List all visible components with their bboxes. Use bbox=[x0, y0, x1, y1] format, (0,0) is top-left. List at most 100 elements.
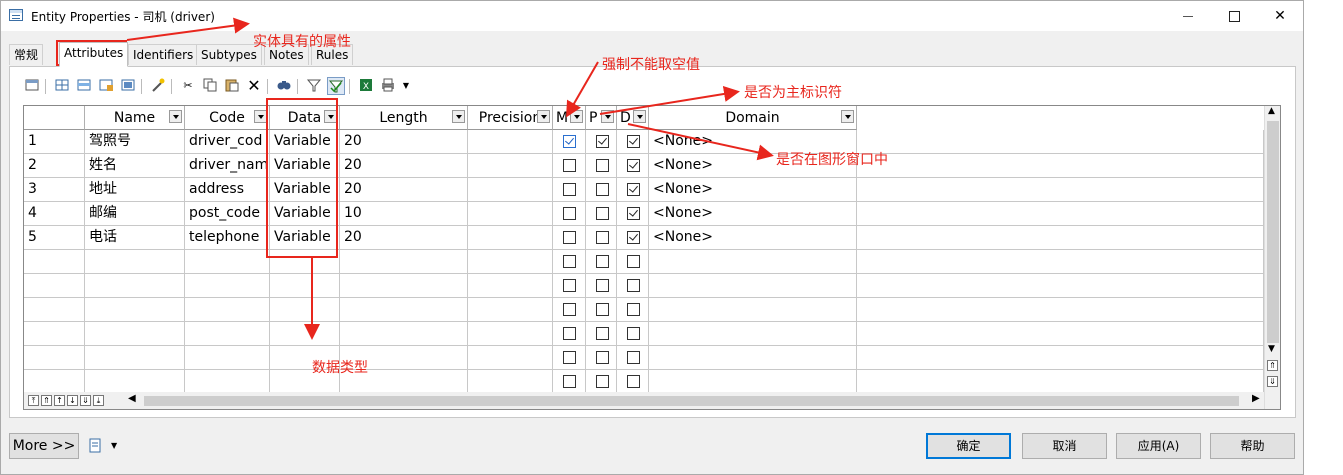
cell-precision[interactable] bbox=[468, 202, 553, 226]
print-icon[interactable] bbox=[379, 77, 397, 95]
cell-name[interactable]: 邮编 bbox=[85, 202, 185, 226]
column-header-name[interactable]: Name bbox=[85, 106, 185, 130]
cell-p[interactable] bbox=[586, 226, 617, 250]
cell-length[interactable]: 10 bbox=[340, 202, 468, 226]
minimize-button[interactable] bbox=[1165, 1, 1211, 31]
cell-name[interactable] bbox=[85, 322, 185, 346]
maximize-button[interactable] bbox=[1211, 1, 1257, 31]
checkbox[interactable] bbox=[627, 135, 640, 148]
cell-data[interactable] bbox=[270, 298, 340, 322]
cell-code[interactable] bbox=[185, 346, 270, 370]
cell-code[interactable]: telephone bbox=[185, 226, 270, 250]
scroll-down-icon[interactable]: ▼ bbox=[1268, 344, 1275, 354]
checkbox[interactable] bbox=[596, 303, 609, 316]
cell-domain[interactable] bbox=[649, 298, 857, 322]
cell-precision[interactable] bbox=[468, 322, 553, 346]
cell-m[interactable] bbox=[553, 250, 586, 274]
table-row[interactable]: 4 邮编 post_code Variable 10 <None> bbox=[24, 202, 1264, 226]
cell-name[interactable]: 姓名 bbox=[85, 154, 185, 178]
checkbox[interactable] bbox=[563, 327, 576, 340]
scroll-right-icon[interactable]: ▶ bbox=[1252, 393, 1260, 404]
checkbox[interactable] bbox=[596, 159, 609, 172]
cell-length[interactable] bbox=[340, 274, 468, 298]
filter-icon[interactable] bbox=[305, 77, 323, 95]
cell-precision[interactable] bbox=[468, 346, 553, 370]
cell-p[interactable] bbox=[586, 322, 617, 346]
cell-p[interactable] bbox=[586, 130, 617, 154]
checkbox[interactable] bbox=[596, 351, 609, 364]
cell-d[interactable] bbox=[617, 322, 649, 346]
cell-length[interactable] bbox=[340, 322, 468, 346]
horizontal-scroll-thumb[interactable] bbox=[144, 396, 1239, 406]
checkbox[interactable] bbox=[596, 327, 609, 340]
checkbox[interactable] bbox=[596, 207, 609, 220]
tab-attributes[interactable]: Attributes bbox=[59, 42, 129, 67]
cell-d[interactable] bbox=[617, 370, 649, 394]
cell-filler[interactable] bbox=[857, 130, 1264, 154]
more-button[interactable]: More >> bbox=[9, 433, 79, 459]
cell-filler[interactable] bbox=[857, 154, 1264, 178]
move-page-up-icon[interactable]: ⇑ bbox=[41, 395, 52, 406]
chevron-down-icon[interactable] bbox=[169, 110, 182, 123]
cell-m[interactable] bbox=[553, 298, 586, 322]
move-top-icon[interactable]: ⤒ bbox=[28, 395, 39, 406]
properties-icon[interactable] bbox=[23, 77, 41, 95]
cell-length[interactable]: 20 bbox=[340, 154, 468, 178]
cell-p[interactable] bbox=[586, 298, 617, 322]
cell-m[interactable] bbox=[553, 346, 586, 370]
excel-export-icon[interactable]: X bbox=[357, 77, 375, 95]
table-row[interactable]: 3 地址 address Variable 20 <None> bbox=[24, 178, 1264, 202]
checkbox[interactable] bbox=[563, 207, 576, 220]
cell-p[interactable] bbox=[586, 346, 617, 370]
cell-length[interactable]: 20 bbox=[340, 178, 468, 202]
wand-icon[interactable] bbox=[149, 77, 167, 95]
close-button[interactable]: ✕ bbox=[1257, 1, 1303, 31]
cell-domain[interactable] bbox=[649, 322, 857, 346]
table-row[interactable] bbox=[24, 250, 1264, 274]
cell-d[interactable] bbox=[617, 130, 649, 154]
print-dropdown-icon[interactable]: ▼ bbox=[397, 77, 415, 95]
checkbox[interactable] bbox=[627, 303, 640, 316]
apply-filter-icon[interactable] bbox=[327, 77, 345, 95]
scroll-left-icon[interactable]: ◀ bbox=[128, 393, 136, 404]
table-row[interactable]: 2 姓名 driver_nam Variable 20 <None> bbox=[24, 154, 1264, 178]
cell-data[interactable] bbox=[270, 274, 340, 298]
table-row[interactable] bbox=[24, 298, 1264, 322]
move-bottom-icon[interactable]: ⤓ bbox=[93, 395, 104, 406]
cell-p[interactable] bbox=[586, 250, 617, 274]
horizontal-scrollbar[interactable]: ⤒ ⇑ ↑ ↓ ⇓ ⤓ ◀ ▶ bbox=[24, 392, 1264, 409]
cell-m[interactable] bbox=[553, 178, 586, 202]
cell-p[interactable] bbox=[586, 202, 617, 226]
cell-precision[interactable] bbox=[468, 130, 553, 154]
checkbox[interactable] bbox=[563, 231, 576, 244]
help-button[interactable]: 帮助 bbox=[1210, 433, 1295, 459]
cell-code[interactable] bbox=[185, 298, 270, 322]
page-up-icon[interactable]: ⇑ bbox=[1267, 360, 1278, 371]
ok-button[interactable]: 确定 bbox=[926, 433, 1011, 459]
column-header-precision[interactable]: Precision bbox=[468, 106, 553, 130]
copy-icon[interactable] bbox=[201, 77, 219, 95]
cell-domain[interactable] bbox=[649, 250, 857, 274]
column-header-length[interactable]: Length bbox=[340, 106, 468, 130]
cell-precision[interactable] bbox=[468, 250, 553, 274]
delete-icon[interactable]: ✕ bbox=[245, 77, 263, 95]
cell-domain[interactable]: <None> bbox=[649, 226, 857, 250]
checkbox[interactable] bbox=[563, 135, 576, 148]
cell-code[interactable]: address bbox=[185, 178, 270, 202]
cell-filler[interactable] bbox=[857, 322, 1264, 346]
cell-precision[interactable] bbox=[468, 154, 553, 178]
tab-identifiers[interactable]: Identifiers bbox=[128, 44, 199, 65]
checkbox[interactable] bbox=[627, 159, 640, 172]
insert-row-icon[interactable] bbox=[75, 77, 93, 95]
cell-filler[interactable] bbox=[857, 178, 1264, 202]
cell-name[interactable]: 电话 bbox=[85, 226, 185, 250]
checkbox[interactable] bbox=[596, 255, 609, 268]
cell-p[interactable] bbox=[586, 178, 617, 202]
cell-d[interactable] bbox=[617, 202, 649, 226]
page-down-icon[interactable]: ⇓ bbox=[1267, 376, 1278, 387]
table-row[interactable] bbox=[24, 370, 1264, 394]
checkbox[interactable] bbox=[563, 303, 576, 316]
cell-code[interactable] bbox=[185, 322, 270, 346]
cell-d[interactable] bbox=[617, 154, 649, 178]
cell-precision[interactable] bbox=[468, 178, 553, 202]
